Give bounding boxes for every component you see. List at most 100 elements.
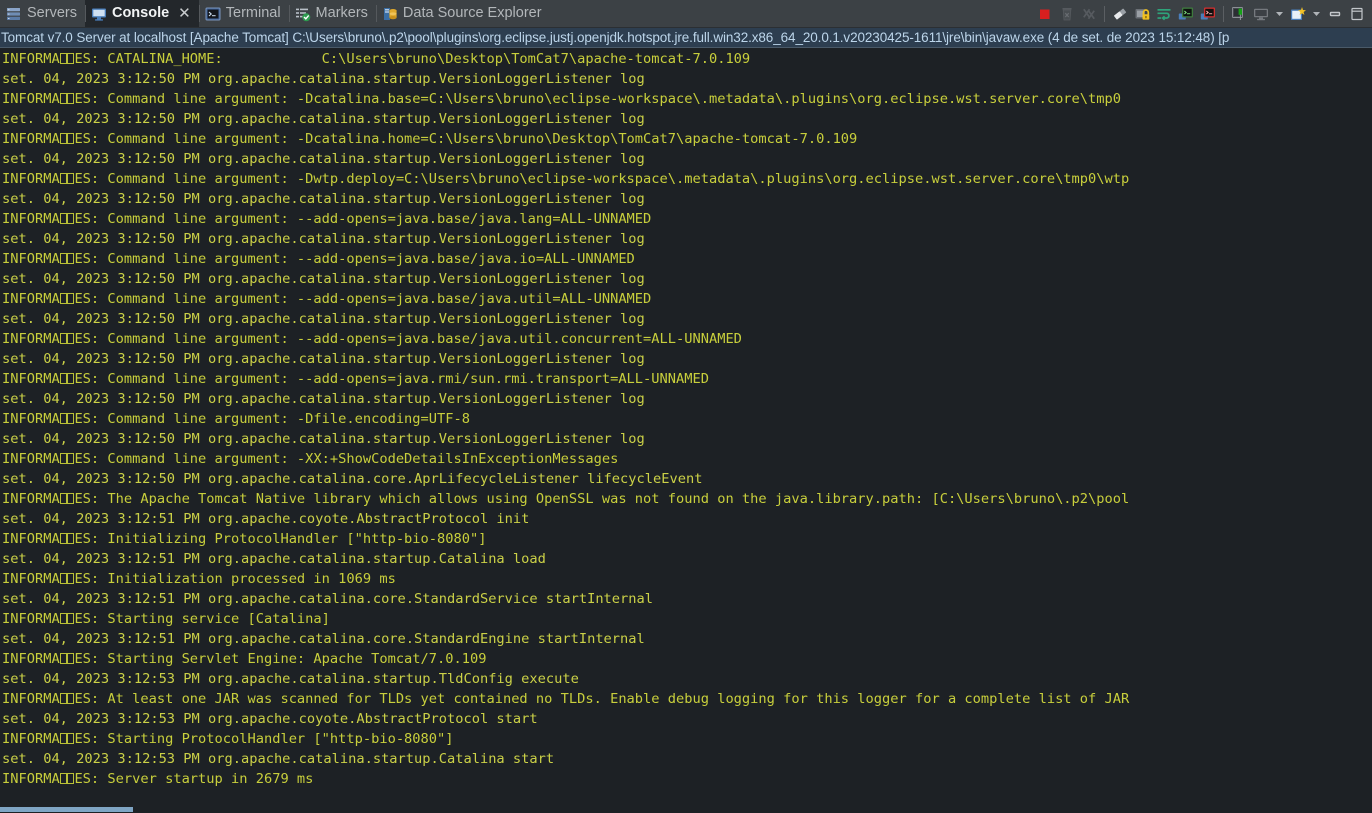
tab-servers[interactable]: Servers <box>0 0 85 27</box>
missing-glyph-box <box>67 693 75 704</box>
missing-glyph-box <box>59 373 67 384</box>
remove-all-icon <box>1081 6 1097 22</box>
missing-glyph-box <box>67 253 75 264</box>
tab-label: Data Source Explorer <box>402 5 542 22</box>
missing-glyph-box <box>67 373 75 384</box>
tab-console[interactable]: Console ✕ <box>84 0 199 27</box>
view-tab-bar: Servers Console ✕ Terminal Markers Data … <box>0 0 1372 28</box>
console-line: INFORMA ES: Command line argument: -XX:+S… <box>2 451 619 467</box>
display-selected-console-menu[interactable] <box>1272 3 1287 25</box>
display-selected-console-button[interactable] <box>1250 3 1272 25</box>
console-line: set. 04, 2023 3:12:50 PM org.apache.cata… <box>2 311 645 327</box>
servers-icon <box>6 6 22 22</box>
console-line: INFORMA ES: Command line argument: -Dfile… <box>2 411 470 427</box>
missing-glyph-box <box>59 133 67 144</box>
console-line: set. 04, 2023 3:12:50 PM org.apache.cata… <box>2 431 645 447</box>
lock-icon <box>1134 6 1150 22</box>
close-icon[interactable]: ✕ <box>178 6 191 21</box>
missing-glyph-box <box>67 573 75 584</box>
horizontal-scrollbar-thumb[interactable] <box>0 807 133 812</box>
missing-glyph-box <box>59 573 67 584</box>
terminate-button[interactable] <box>1034 3 1056 25</box>
monitor-icon <box>1253 6 1269 22</box>
eraser-icon <box>1112 6 1128 22</box>
missing-glyph-box <box>67 333 75 344</box>
pin-console-button[interactable] <box>1228 3 1250 25</box>
missing-glyph-box <box>59 53 67 64</box>
console-line: set. 04, 2023 3:12:50 PM org.apache.cata… <box>2 71 645 87</box>
console-line: INFORMA ES: Command line argument: -Dwtp.… <box>2 171 1130 187</box>
console-line: set. 04, 2023 3:12:50 PM org.apache.cata… <box>2 471 703 487</box>
console-line: set. 04, 2023 3:12:53 PM org.apache.cata… <box>2 751 555 767</box>
console-log-list: INFORMA ES: CATALINA_HOME: C:\Users\bruno… <box>0 49 1372 789</box>
missing-glyph-box <box>67 133 75 144</box>
console-line: set. 04, 2023 3:12:51 PM org.apache.cata… <box>2 591 654 607</box>
console-line: set. 04, 2023 3:12:50 PM org.apache.cata… <box>2 231 645 247</box>
console-title-line: Tomcat v7.0 Server at localhost [Apache … <box>0 28 1372 48</box>
console-line: INFORMA ES: Initialization processed in 1… <box>2 571 396 587</box>
missing-glyph-box <box>67 93 75 104</box>
missing-glyph-box <box>59 533 67 544</box>
tab-terminal[interactable]: Terminal <box>198 0 289 27</box>
missing-glyph-box <box>59 493 67 504</box>
new-console-icon <box>1290 6 1306 22</box>
tab-label: Markers <box>315 5 368 22</box>
stop-square-icon <box>1037 6 1053 22</box>
tab-label: Terminal <box>225 5 281 22</box>
missing-glyph-box <box>67 453 75 464</box>
tab-label: Servers <box>27 5 77 22</box>
tab-list: Servers Console ✕ Terminal Markers Data … <box>0 0 550 27</box>
separator-2 <box>1223 5 1224 22</box>
console-output-area[interactable]: INFORMA ES: CATALINA_HOME: C:\Users\bruno… <box>0 48 1372 813</box>
database-icon <box>382 6 398 22</box>
missing-glyph-box <box>59 173 67 184</box>
tab-markers[interactable]: Markers <box>288 0 376 27</box>
console-line: set. 04, 2023 3:12:50 PM org.apache.cata… <box>2 271 645 287</box>
remove-all-terminated-button <box>1078 3 1100 25</box>
console-line: INFORMA ES: Command line argument: --add-… <box>2 251 635 267</box>
missing-glyph-box <box>67 173 75 184</box>
missing-glyph-box <box>59 293 67 304</box>
tab-data-source-explorer[interactable]: Data Source Explorer <box>375 0 550 27</box>
scroll-lock-button[interactable] <box>1131 3 1153 25</box>
minimize-view-button[interactable] <box>1324 3 1346 25</box>
horizontal-scrollbar[interactable] <box>0 802 1372 813</box>
console-line: INFORMA ES: CATALINA_HOME: C:\Users\bruno… <box>2 51 751 67</box>
missing-glyph-box <box>67 53 75 64</box>
open-console-menu[interactable] <box>1309 3 1324 25</box>
console-line: INFORMA ES: Command line argument: -Dcata… <box>2 91 1121 107</box>
console-toolbar <box>1034 0 1372 27</box>
open-console-button[interactable] <box>1287 3 1309 25</box>
missing-glyph-box <box>59 413 67 424</box>
chevron-down-icon <box>1274 8 1285 19</box>
terminal-icon <box>205 6 221 22</box>
show-console-stdout-button[interactable] <box>1175 3 1197 25</box>
chevron-down-icon <box>1311 8 1322 19</box>
missing-glyph-box <box>67 733 75 744</box>
console-line: set. 04, 2023 3:12:53 PM org.apache.cata… <box>2 671 579 687</box>
clear-console-button[interactable] <box>1109 3 1131 25</box>
missing-glyph-box <box>59 693 67 704</box>
missing-glyph-box <box>67 533 75 544</box>
missing-glyph-box <box>59 213 67 224</box>
console-line: set. 04, 2023 3:12:50 PM org.apache.cata… <box>2 391 645 407</box>
missing-glyph-box <box>67 413 75 424</box>
maximize-view-button[interactable] <box>1346 3 1368 25</box>
console-line: INFORMA ES: Command line argument: -Dcata… <box>2 131 858 147</box>
word-wrap-button[interactable] <box>1153 3 1175 25</box>
maximize-icon <box>1349 6 1365 22</box>
missing-glyph-box <box>67 773 75 784</box>
missing-glyph-box <box>59 733 67 744</box>
console-line: INFORMA ES: At least one JAR was scanned … <box>2 691 1130 707</box>
word-wrap-icon <box>1156 6 1172 22</box>
missing-glyph-box <box>59 333 67 344</box>
missing-glyph-box <box>67 293 75 304</box>
console-line: INFORMA ES: Command line argument: --add-… <box>2 291 652 307</box>
missing-glyph-box <box>59 453 67 464</box>
missing-glyph-box <box>59 253 67 264</box>
console-line: set. 04, 2023 3:12:50 PM org.apache.cata… <box>2 191 645 207</box>
console-line: INFORMA ES: Server startup in 2679 ms <box>2 771 314 787</box>
show-console-stderr-button[interactable] <box>1197 3 1219 25</box>
markers-icon <box>295 6 311 22</box>
pin-icon <box>1231 6 1247 22</box>
